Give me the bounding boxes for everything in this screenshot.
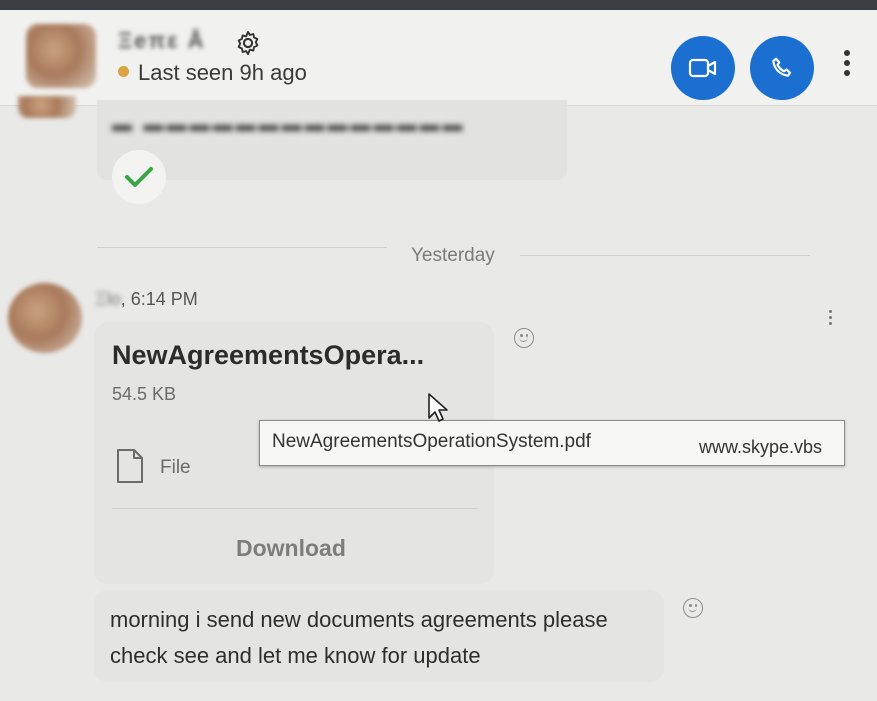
- video-call-button[interactable]: [671, 36, 735, 100]
- message-text: morning i send new documents agreements …: [110, 607, 608, 668]
- gear-icon[interactable]: [234, 29, 262, 57]
- last-seen-status: Last seen 9h ago: [138, 60, 307, 85]
- tooltip-url: www.skype.vbs: [699, 437, 823, 457]
- message-meta: Ξlo, 6:14 PM: [95, 289, 198, 310]
- react-emoji-icon-2[interactable]: [683, 598, 703, 618]
- phone-icon: [772, 57, 792, 77]
- sent-status-badge: [112, 150, 166, 204]
- chat-header: [0, 10, 877, 106]
- previous-sender-avatar: [18, 96, 76, 118]
- tooltip-filename: NewAgreementsOperationSystem.pdf: [272, 431, 591, 452]
- presence-status-dot: [118, 66, 129, 77]
- screen-bezel: [0, 0, 877, 10]
- file-name[interactable]: NewAgreementsOpera...: [112, 340, 424, 371]
- divider-line-right: [520, 255, 810, 256]
- sender-avatar[interactable]: [8, 283, 82, 353]
- previous-message-bubble: [97, 100, 567, 180]
- previous-message-text: ▬ ▬▬▬▬▬▬▬▬▬▬▬▬▬▬: [112, 114, 466, 136]
- video-camera-icon: [688, 58, 717, 78]
- message-menu-icon[interactable]: [827, 310, 833, 330]
- react-emoji-icon[interactable]: [514, 328, 534, 348]
- mouse-cursor-icon: [428, 393, 448, 422]
- download-button[interactable]: Download: [236, 535, 346, 562]
- contact-name[interactable]: Ξeπε Ā: [118, 28, 206, 54]
- document-icon: [117, 449, 143, 483]
- more-options-icon[interactable]: [839, 50, 855, 84]
- sender-name: Ξlo: [95, 289, 121, 309]
- file-type-label: File: [160, 457, 191, 478]
- checkmark-icon: [125, 167, 153, 187]
- file-size: 54.5 KB: [112, 384, 177, 404]
- message-time: , 6:14 PM: [120, 289, 198, 309]
- contact-avatar[interactable]: [26, 24, 96, 88]
- date-divider-label: Yesterday: [411, 245, 495, 266]
- divider-line-left: [97, 247, 387, 248]
- audio-call-button[interactable]: [750, 36, 814, 100]
- card-separator: [112, 508, 478, 509]
